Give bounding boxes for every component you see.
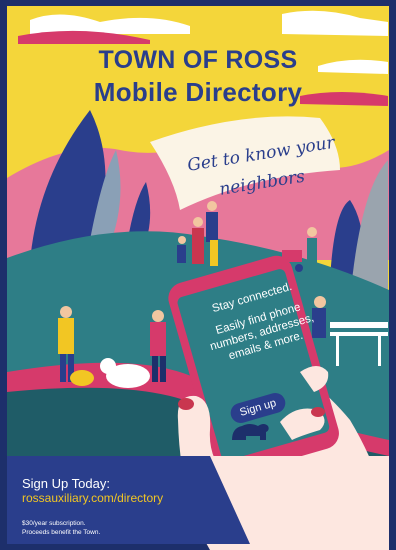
person-figure: [206, 212, 218, 242]
person-figure: [207, 201, 217, 211]
subscription-price: $30/year subscription.: [22, 520, 86, 527]
person-figure: [150, 322, 166, 356]
directory-link[interactable]: rossauxiliary.com/directory: [22, 491, 163, 505]
person-figure: [307, 238, 317, 270]
proceeds-note: Proceeds benefit the Town.: [22, 529, 101, 536]
dog-figure: [70, 370, 94, 386]
title-line-1: TOWN OF ROSS: [98, 46, 298, 74]
person-figure: [177, 245, 186, 263]
bear-icon: [232, 424, 269, 440]
person-figure: [192, 228, 204, 264]
bench-shape: [330, 322, 388, 328]
footer-heading: Sign Up Today:: [22, 476, 110, 491]
person-figure: [58, 318, 74, 354]
title-line-2: Mobile Directory: [93, 77, 303, 107]
directory-poster: TOWN OF ROSS Mobile Directory Get to kno…: [0, 0, 396, 550]
